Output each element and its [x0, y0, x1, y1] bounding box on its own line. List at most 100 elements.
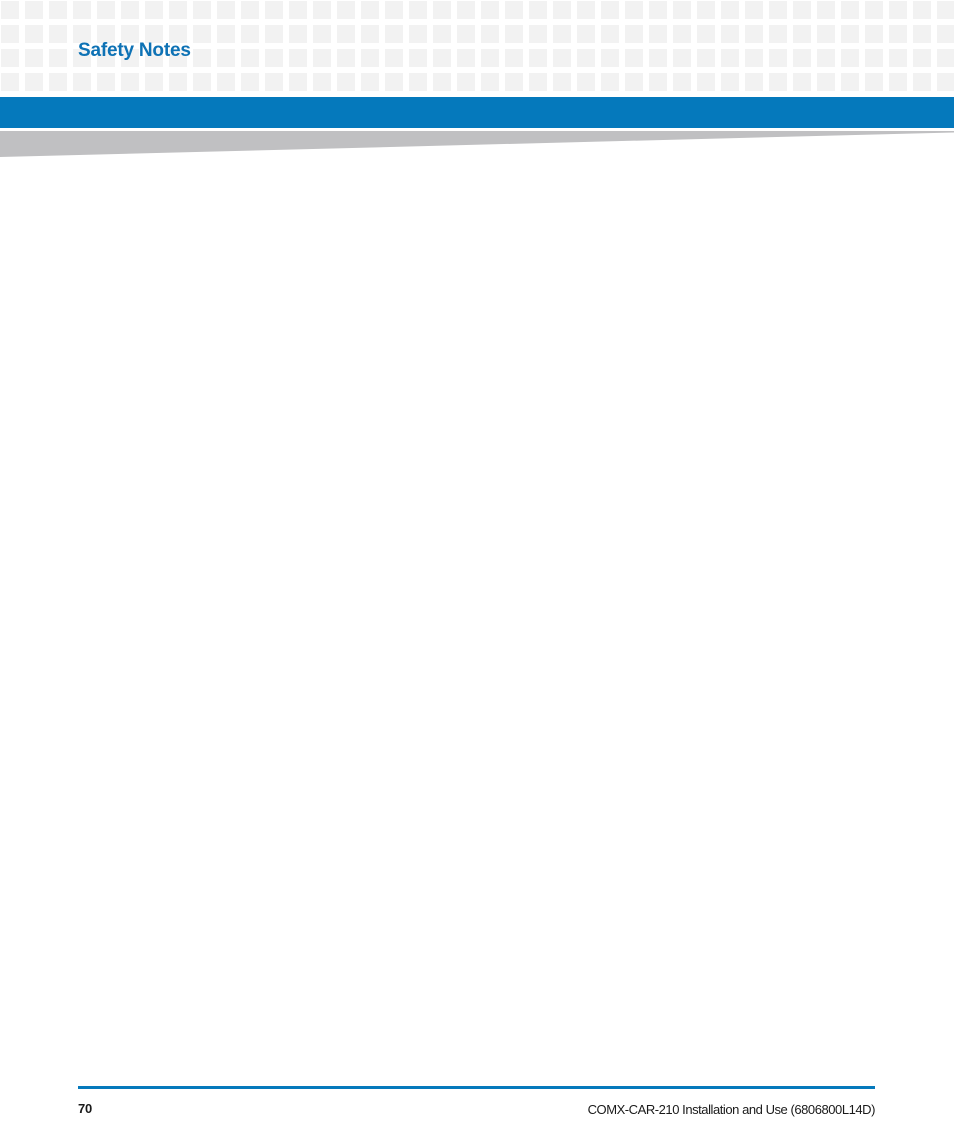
pattern-square — [457, 73, 475, 91]
pattern-square — [481, 25, 499, 43]
pattern-square — [409, 49, 427, 67]
pattern-square — [937, 49, 954, 67]
pattern-square — [841, 73, 859, 91]
pattern-square — [913, 73, 931, 91]
gray-tapered-wedge — [0, 131, 954, 159]
document-page: Safety Notes 70 COMX-CAR-210 Installatio… — [0, 0, 954, 1145]
pattern-square — [169, 73, 187, 91]
pattern-square — [385, 25, 403, 43]
pattern-square — [433, 73, 451, 91]
pattern-square — [313, 1, 331, 19]
pattern-square — [745, 25, 763, 43]
blue-header-bar — [0, 97, 954, 128]
pattern-square — [145, 73, 163, 91]
pattern-square — [865, 1, 883, 19]
pattern-square — [529, 49, 547, 67]
pattern-square — [673, 73, 691, 91]
pattern-square — [217, 49, 235, 67]
pattern-square — [553, 49, 571, 67]
pattern-square — [145, 1, 163, 19]
pattern-square — [601, 49, 619, 67]
pattern-square — [625, 25, 643, 43]
pattern-square — [601, 1, 619, 19]
pattern-square — [193, 49, 211, 67]
pattern-square — [745, 1, 763, 19]
page-footer: 70 COMX-CAR-210 Installation and Use (68… — [0, 1080, 954, 1145]
pattern-square — [505, 1, 523, 19]
pattern-square — [337, 49, 355, 67]
pattern-square — [721, 73, 739, 91]
pattern-square — [865, 73, 883, 91]
wedge-shape-icon — [0, 131, 954, 157]
pattern-square — [817, 1, 835, 19]
pattern-square — [265, 49, 283, 67]
footer-document-title: COMX-CAR-210 Installation and Use (68068… — [587, 1102, 876, 1117]
pattern-square — [217, 25, 235, 43]
pattern-square — [625, 49, 643, 67]
pattern-square — [457, 1, 475, 19]
pattern-square — [721, 25, 739, 43]
pattern-square — [793, 25, 811, 43]
pattern-square — [697, 49, 715, 67]
pattern-square — [433, 49, 451, 67]
pattern-square — [745, 73, 763, 91]
pattern-square — [817, 25, 835, 43]
pattern-square — [1, 25, 19, 43]
pattern-square — [577, 73, 595, 91]
pattern-square — [385, 1, 403, 19]
pattern-square — [433, 1, 451, 19]
pattern-square — [97, 1, 115, 19]
pattern-square — [673, 1, 691, 19]
pattern-square — [49, 49, 67, 67]
pattern-square — [625, 73, 643, 91]
pattern-square — [841, 49, 859, 67]
pattern-square — [25, 1, 43, 19]
pattern-square — [121, 1, 139, 19]
pattern-square — [577, 1, 595, 19]
pattern-square — [601, 73, 619, 91]
pattern-square — [241, 73, 259, 91]
pattern-square — [289, 1, 307, 19]
pattern-square — [889, 25, 907, 43]
pattern-square — [913, 25, 931, 43]
pattern-square — [553, 1, 571, 19]
pattern-square — [673, 49, 691, 67]
pattern-square — [673, 25, 691, 43]
pattern-square — [697, 73, 715, 91]
pattern-square — [25, 73, 43, 91]
pattern-square — [841, 25, 859, 43]
pattern-square — [889, 1, 907, 19]
pattern-square — [217, 1, 235, 19]
pattern-square — [385, 49, 403, 67]
pattern-square — [289, 73, 307, 91]
pattern-square — [313, 49, 331, 67]
pattern-square — [1, 49, 19, 67]
pattern-square — [649, 25, 667, 43]
pattern-square — [649, 73, 667, 91]
pattern-square — [697, 25, 715, 43]
pattern-square — [73, 1, 91, 19]
pattern-square — [265, 73, 283, 91]
pattern-square — [577, 49, 595, 67]
footer-page-number: 70 — [78, 1101, 93, 1116]
footer-rule — [78, 1086, 875, 1089]
pattern-square — [529, 1, 547, 19]
page-title: Safety Notes — [78, 40, 191, 61]
pattern-square — [721, 1, 739, 19]
pattern-square — [505, 49, 523, 67]
pattern-square — [769, 73, 787, 91]
pattern-square — [97, 73, 115, 91]
pattern-square — [73, 73, 91, 91]
pattern-square — [937, 25, 954, 43]
pattern-square — [817, 49, 835, 67]
pattern-square — [193, 73, 211, 91]
pattern-square — [649, 1, 667, 19]
pattern-square — [433, 25, 451, 43]
pattern-square — [769, 1, 787, 19]
pattern-square — [49, 1, 67, 19]
pattern-square — [457, 25, 475, 43]
pattern-square — [577, 25, 595, 43]
pattern-square — [841, 1, 859, 19]
pattern-square — [385, 73, 403, 91]
pattern-square — [337, 25, 355, 43]
